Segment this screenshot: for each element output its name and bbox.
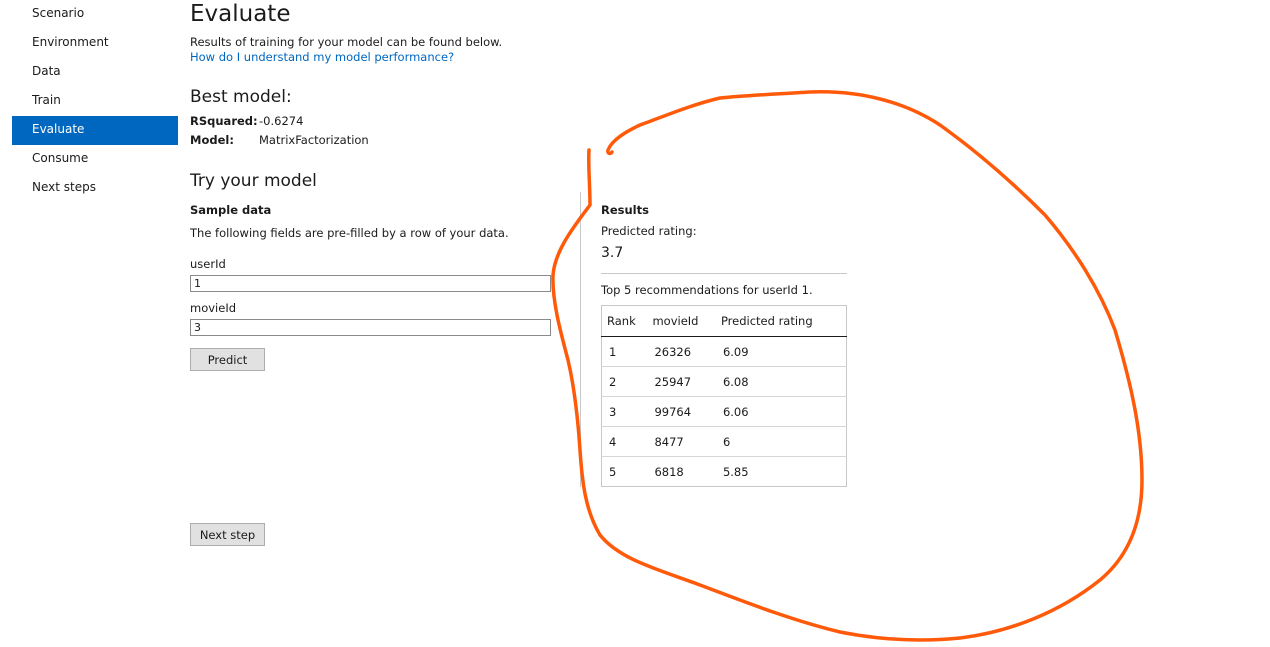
rating-cell: 6 [715, 426, 847, 457]
page-description: Results of training for your model can b… [190, 35, 503, 49]
next-step-button[interactable]: Next step [190, 523, 265, 546]
sample-data-heading: Sample data [190, 203, 272, 217]
rating-cell: 6.08 [715, 366, 847, 397]
table-row: 3 99764 6.06 [601, 396, 847, 427]
top-recommendations-label: Top 5 recommendations for userId 1. [601, 283, 813, 297]
predicted-rating-value: 3.7 [601, 245, 624, 261]
rating-cell: 6.06 [715, 396, 847, 427]
sidebar-item-evaluate[interactable]: Evaluate [12, 116, 178, 145]
page-title: Evaluate [190, 1, 291, 27]
table-row: 1 26326 6.09 [602, 337, 847, 367]
sidebar-item-scenario[interactable]: Scenario [12, 0, 178, 29]
sidebar-item-next-steps[interactable]: Next steps [12, 174, 178, 203]
sidebar-item-train[interactable]: Train [12, 87, 178, 116]
column-header-predicted-rating: Predicted rating [715, 305, 847, 337]
rsquared-row: RSquared:-0.6274 [190, 114, 303, 128]
predict-button[interactable]: Predict [190, 348, 265, 371]
column-header-movieid: movieId [647, 305, 716, 337]
movieid-input[interactable] [190, 319, 551, 336]
rank-cell: 2 [601, 366, 648, 397]
movieid-cell: 6818 [647, 456, 716, 487]
rank-cell: 5 [601, 456, 648, 487]
movieid-cell: 26326 [654, 344, 692, 359]
model-label: Model: [190, 133, 234, 147]
rank-cell: 3 [601, 396, 648, 427]
recommendations-table: Rank movieId Predicted rating 1 26326 6.… [601, 305, 847, 487]
rank-cell: 1 [609, 344, 617, 359]
movieid-cell: 8477 [647, 426, 716, 457]
model-row: Model: MatrixFactorization [190, 133, 369, 147]
main-content: Evaluate Results of training for your mo… [190, 0, 1270, 647]
table-header-row: Rank movieId Predicted rating [601, 305, 847, 337]
sidebar-item-environment[interactable]: Environment [12, 29, 178, 58]
table-row: 4 8477 6 [601, 426, 847, 457]
model-value: MatrixFactorization [259, 133, 369, 147]
best-model-heading: Best model: [190, 87, 292, 107]
movieid-cell: 99764 [647, 396, 716, 427]
userid-input[interactable] [190, 275, 551, 292]
movieid-label: movieId [190, 301, 237, 315]
rsquared-label: RSquared: [190, 114, 258, 128]
table-row: 5 6818 5.85 [601, 456, 847, 487]
rank-cell: 4 [601, 426, 648, 457]
sidebar-nav: Scenario Environment Data Train Evaluate… [12, 0, 178, 203]
column-header-rank: Rank [601, 305, 648, 337]
predicted-rating-label: Predicted rating: [601, 224, 697, 238]
results-divider [601, 273, 847, 274]
try-model-heading: Try your model [190, 171, 317, 191]
sample-data-description: The following fields are pre-filled by a… [190, 226, 509, 240]
model-performance-help-link[interactable]: How do I understand my model performance… [190, 50, 454, 64]
results-heading: Results [601, 203, 649, 217]
rating-cell: 5.85 [715, 456, 847, 487]
sidebar-item-consume[interactable]: Consume [12, 145, 178, 174]
section-divider [580, 192, 581, 487]
userid-label: userId [190, 257, 226, 271]
sidebar-item-data[interactable]: Data [12, 58, 178, 87]
rsquared-value: -0.6274 [259, 114, 304, 128]
movieid-cell: 25947 [647, 366, 716, 397]
table-row: 2 25947 6.08 [601, 366, 847, 397]
rating-cell: 6.09 [722, 344, 749, 359]
